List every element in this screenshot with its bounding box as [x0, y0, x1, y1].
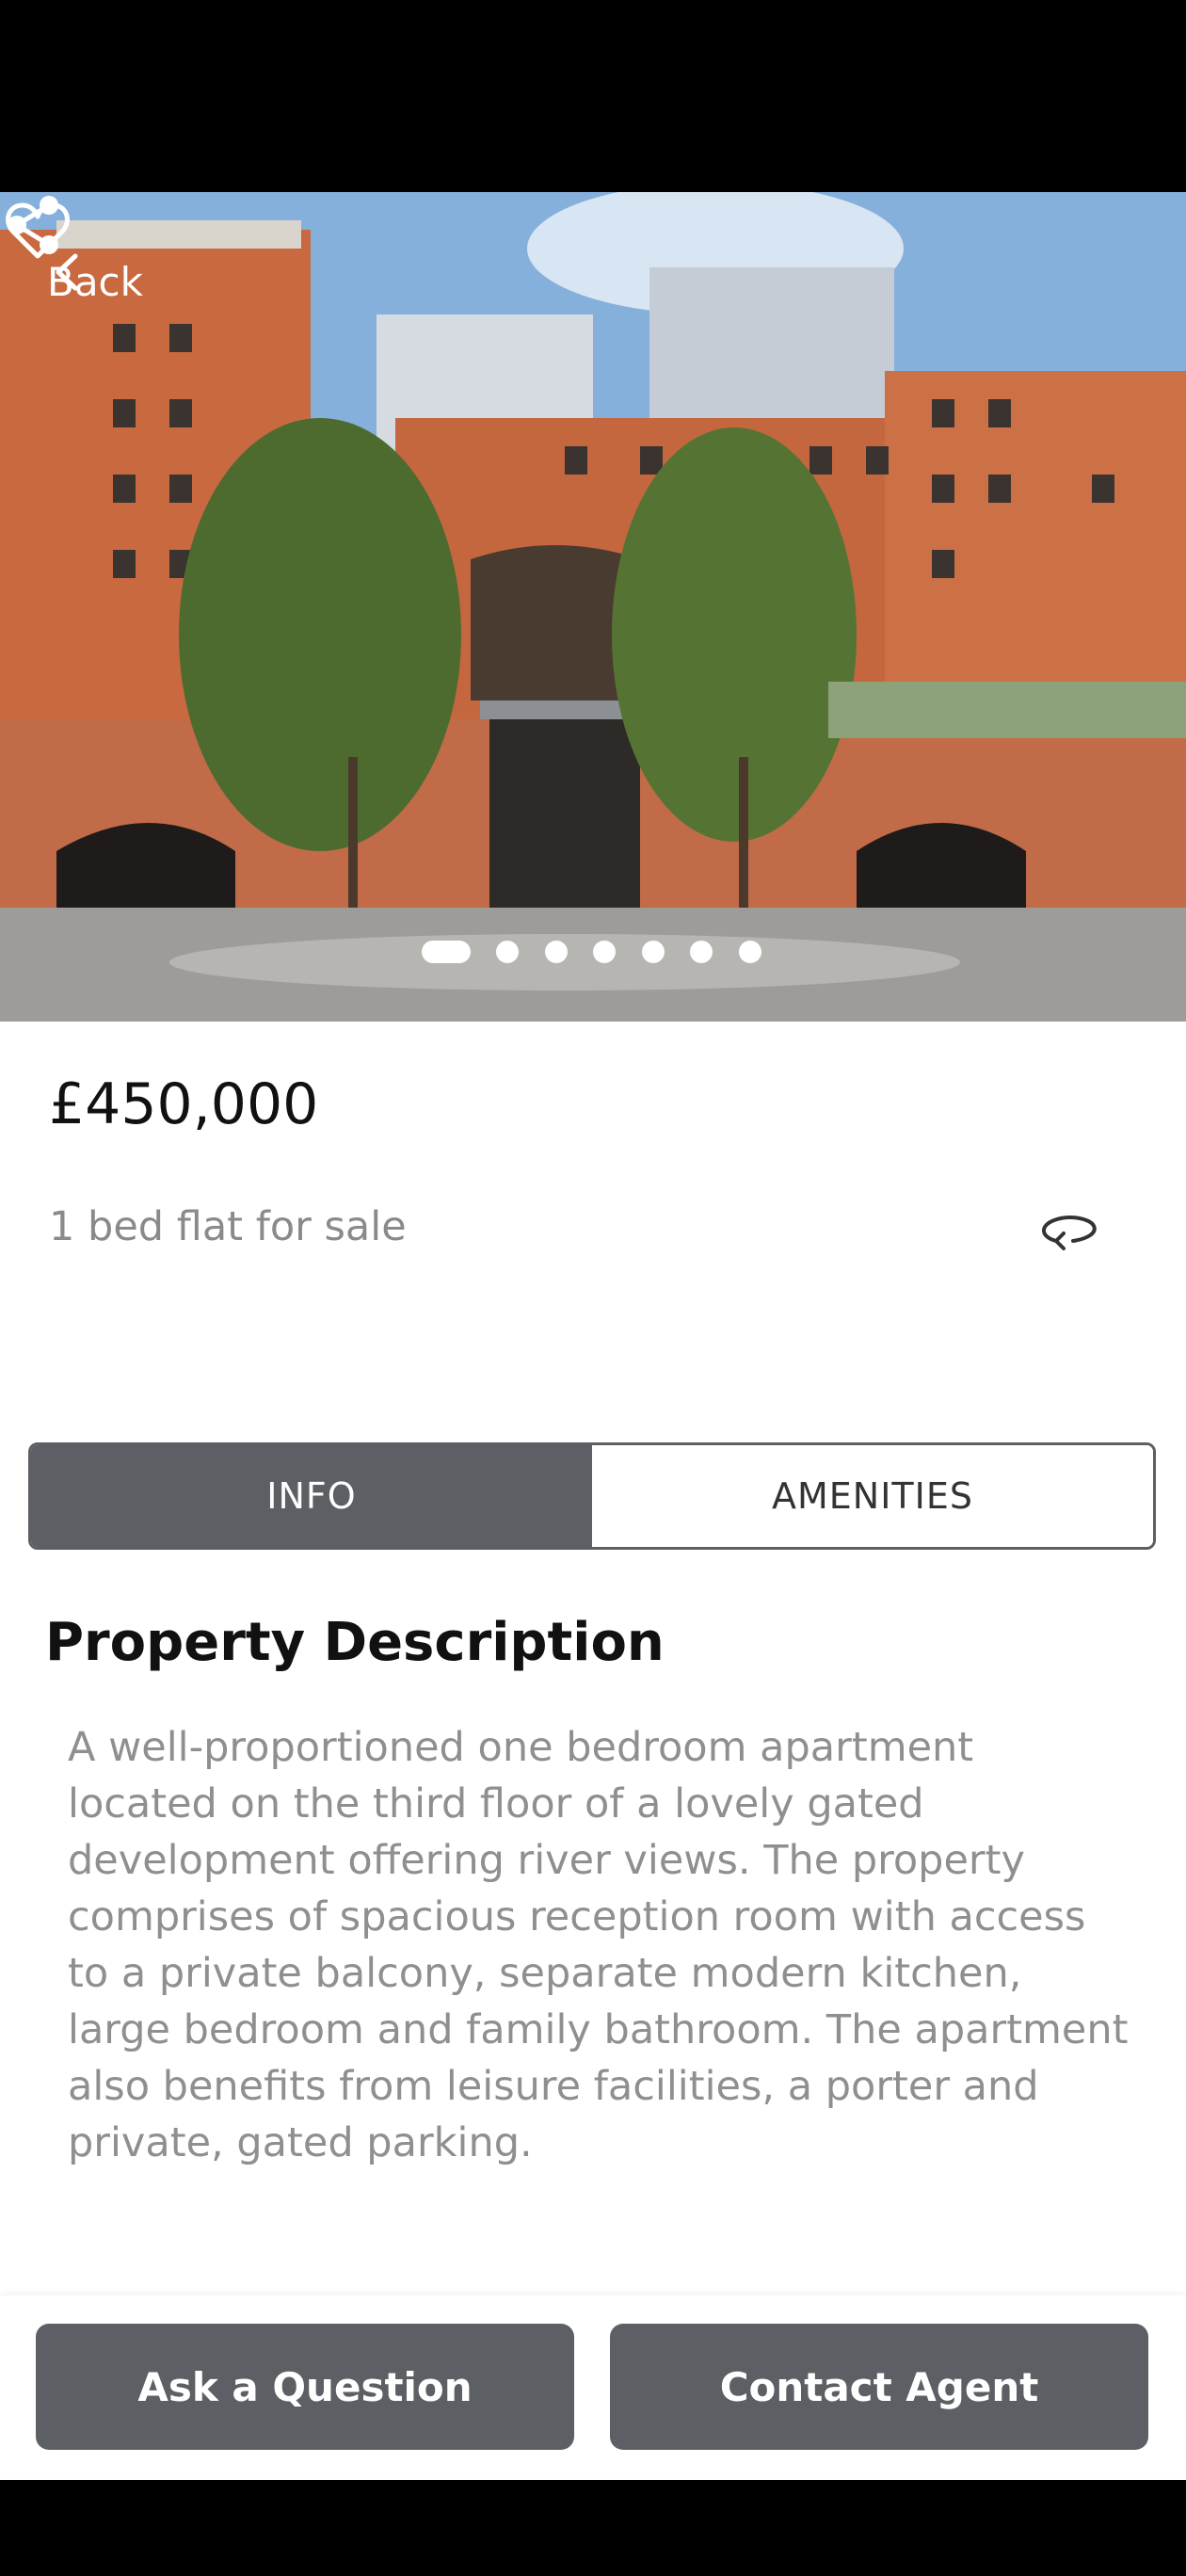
property-photo-gallery[interactable]: Back [0, 192, 1186, 1022]
property-photo [0, 192, 1186, 1022]
action-bar: Ask a Question Contact Agent [0, 2295, 1186, 2480]
gallery-dot[interactable] [422, 941, 471, 963]
listing-type: 1 bed flat for sale [49, 1203, 407, 1250]
status-bar [0, 0, 1186, 192]
contact-agent-button[interactable]: Contact Agent [610, 2324, 1148, 2450]
gallery-dot[interactable] [545, 941, 568, 963]
gallery-dot[interactable] [690, 941, 713, 963]
ask-question-button[interactable]: Ask a Question [36, 2324, 574, 2450]
tab-amenities[interactable]: AMENITIES [592, 1445, 1153, 1547]
gallery-dot[interactable] [642, 941, 665, 963]
heart-outline-icon[interactable] [0, 192, 75, 267]
listing-price: £450,000 [49, 1071, 319, 1137]
system-nav-bar [0, 2480, 1186, 2576]
tab-info[interactable]: INFO [31, 1445, 592, 1547]
section-title: Property Description [45, 1612, 665, 1673]
tab-bar: INFO AMENITIES [28, 1442, 1156, 1550]
gallery-dot[interactable] [593, 941, 616, 963]
gallery-pagination [0, 941, 1186, 969]
gallery-dot[interactable] [496, 941, 519, 963]
rotate-360-icon[interactable] [1035, 1205, 1101, 1256]
gallery-dot[interactable] [739, 941, 761, 963]
property-description: A well-proportioned one bedroom apartmen… [68, 1724, 1129, 2166]
